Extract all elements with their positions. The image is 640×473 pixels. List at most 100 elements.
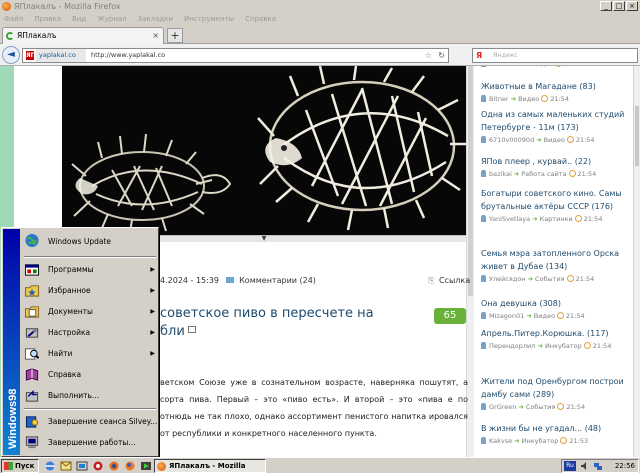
media-quicklaunch-icon[interactable]: [140, 460, 152, 471]
news-category[interactable]: События: [526, 403, 556, 411]
news-author[interactable]: Mizagon01: [489, 312, 524, 320]
start-item-favorites[interactable]: Избранное ▶: [24, 280, 158, 301]
sidebar-news-item[interactable]: Одна из самых маленьких студий Петербурге…: [481, 108, 633, 146]
arrow-right-icon: ➔: [532, 215, 538, 223]
start-item-run[interactable]: Выполнить...: [24, 385, 158, 406]
address-bar[interactable]: ЯП yaplakal.co http://www.yaplakal.co ☆ …: [22, 48, 449, 63]
news-title-continued[interactable]: Петербурге - 11м (173): [481, 121, 633, 134]
sidebar-news-item[interactable]: Она девушка (308) Mizagon01 ➔ Видео 21:54: [481, 297, 633, 322]
news-time: 21:54: [575, 275, 595, 283]
news-title-continued[interactable]: живет в Дубае (134): [481, 260, 633, 273]
news-category[interactable]: Картинки: [540, 215, 573, 223]
news-title-continued[interactable]: дамбу сами (289): [481, 388, 633, 401]
menu-view[interactable]: Вид: [72, 13, 86, 25]
sidebar-news-list: Хамелеон➔Видео21:54Животные в Магадане (…: [481, 66, 633, 457]
network-icon[interactable]: [593, 461, 603, 471]
sidebar-news-item[interactable]: Богатыри советского кино. Самы брутальные…: [481, 187, 633, 225]
start-item-documents[interactable]: Документы ▶: [24, 301, 158, 322]
start-item-programs[interactable]: Программы ▶: [24, 259, 158, 280]
news-author[interactable]: Улейсядон: [489, 275, 526, 283]
desktop-quicklaunch-icon[interactable]: [76, 460, 88, 471]
tab-close-icon[interactable]: ×: [152, 28, 159, 43]
start-item-shutdown[interactable]: Завершение работы...: [24, 432, 158, 453]
news-category[interactable]: Видео: [534, 312, 555, 320]
browser-quicklaunch-icon[interactable]: [108, 460, 120, 471]
news-author[interactable]: Kakvse: [489, 437, 512, 445]
permalink[interactable]: ⎘ Ссылка: [428, 276, 470, 286]
news-title[interactable]: Жители под Оренбургом построи: [481, 375, 633, 388]
url-text[interactable]: http://www.yaplakal.co: [91, 49, 165, 62]
news-author[interactable]: YaniSvetlaya: [489, 215, 530, 223]
start-menu-banner: Windows98: [3, 229, 20, 455]
bookmark-star-icon[interactable]: ☆: [425, 49, 432, 62]
sidebar-news-item[interactable]: Жители под Оренбургом построи дамбу сами …: [481, 375, 633, 413]
post-image[interactable]: [62, 66, 466, 235]
menu-tools[interactable]: Инструменты: [184, 13, 234, 25]
sidebar-news-item[interactable]: Апрель.Питер.Корюшка. (117) Перендорлип ➔ И…: [481, 327, 633, 352]
news-author[interactable]: Хамелеон: [489, 66, 523, 68]
sidebar-news-item[interactable]: В жизни бы не угадал... (48) Kakvse ➔ Инкуб…: [481, 422, 633, 447]
sidebar-news-item[interactable]: Хамелеон➔Видео 21:54: [481, 66, 633, 70]
news-author[interactable]: 6710v00090d: [489, 136, 534, 144]
news-author[interactable]: Перендорлип: [489, 342, 536, 350]
system-tray: Ru 22:56: [561, 459, 639, 473]
close-window-button[interactable]: ×: [626, 1, 638, 11]
news-author[interactable]: bazikai: [489, 170, 512, 178]
page-scrollbar[interactable]: [633, 66, 640, 457]
sidebar-news-item[interactable]: Животные в Магадане (83) Bitner ➔ Видео 21:5…: [481, 80, 633, 105]
post-scrollbar-thumb[interactable]: [468, 66, 473, 296]
start-button[interactable]: Пуск: [1, 459, 39, 473]
news-title[interactable]: В жизни бы не угадал... (48): [481, 422, 633, 435]
back-button[interactable]: ◄: [2, 46, 20, 64]
menu-file[interactable]: Файл: [4, 13, 23, 25]
maximize-button[interactable]: □: [613, 1, 625, 11]
sidebar-news-item[interactable]: ЯПов плеер , курвай.. (22) bazikai ➔ Работа…: [481, 155, 633, 180]
news-title[interactable]: Семья мэра затопленного Орска: [481, 247, 633, 260]
page-scrollbar-thumb[interactable]: [635, 106, 639, 166]
comments-link[interactable]: Комментарии (24): [239, 276, 316, 285]
volume-icon[interactable]: [580, 461, 590, 471]
news-title[interactable]: ЯПов плеер , курвай.. (22): [481, 155, 633, 168]
news-category[interactable]: Видео: [544, 136, 565, 144]
start-item-windows-update[interactable]: Windows Update: [24, 230, 158, 254]
menu-edit[interactable]: Правка: [34, 13, 61, 25]
start-item-find[interactable]: Найти ▶: [24, 343, 158, 364]
search-input[interactable]: Я Яндекс: [472, 48, 638, 63]
start-item-logoff[interactable]: Завершение сеанса Silvey...: [24, 411, 158, 432]
minimize-button[interactable]: _: [600, 1, 612, 11]
news-category[interactable]: Инкубатор: [545, 342, 582, 350]
taskbar-firefox-window[interactable]: ЯПлакалъ - Mozilla Firefox: [154, 459, 266, 473]
sidebar-news-item[interactable]: Семья мэра затопленного Орска живет в Дуб…: [481, 247, 633, 285]
news-category[interactable]: События: [535, 275, 565, 283]
new-tab-button[interactable]: +: [167, 28, 183, 43]
news-title[interactable]: Одна из самых маленьких студий: [481, 108, 633, 121]
firefox-quicklaunch-icon[interactable]: [124, 460, 136, 471]
ie-quicklaunch-icon[interactable]: [44, 460, 56, 471]
news-category[interactable]: Инкубатор: [522, 437, 559, 445]
channels-quicklaunch-icon[interactable]: [92, 460, 104, 471]
user-icon: [481, 275, 486, 282]
menu-bookmarks[interactable]: Закладки: [138, 13, 173, 25]
news-author[interactable]: Bitner: [489, 95, 509, 103]
news-title-continued[interactable]: брутальные актёры СССР (176): [481, 200, 633, 213]
news-title[interactable]: Богатыри советского кино. Самы: [481, 187, 633, 200]
news-title[interactable]: Животные в Магадане (83): [481, 80, 633, 93]
start-item-help[interactable]: Справка: [24, 364, 158, 385]
news-category[interactable]: Видео: [518, 95, 539, 103]
tab-yaplakal[interactable]: ЯПлакалъ ×: [2, 27, 164, 44]
start-item-settings[interactable]: Настройка ▶: [24, 322, 158, 343]
reload-icon[interactable]: ↻: [438, 49, 445, 62]
language-indicator[interactable]: Ru: [564, 461, 576, 471]
site-identity[interactable]: yaplakal.co: [36, 49, 86, 62]
tab-bar: ЯПлакалъ × +: [0, 25, 640, 44]
news-title[interactable]: Она девушка (308): [481, 297, 633, 310]
post-title[interactable]: советское пиво в пересчете на бли: [160, 305, 430, 341]
news-category[interactable]: Работа сайта: [521, 170, 566, 178]
news-category[interactable]: Видео: [532, 66, 553, 68]
news-title[interactable]: Апрель.Питер.Корюшка. (117): [481, 327, 633, 340]
menu-history[interactable]: Журнал: [97, 13, 126, 25]
arrow-right-icon: ➔: [536, 136, 542, 144]
news-author[interactable]: GrGreen: [489, 403, 516, 411]
outlook-quicklaunch-icon[interactable]: [60, 460, 72, 471]
menu-help[interactable]: Справка: [245, 13, 276, 25]
